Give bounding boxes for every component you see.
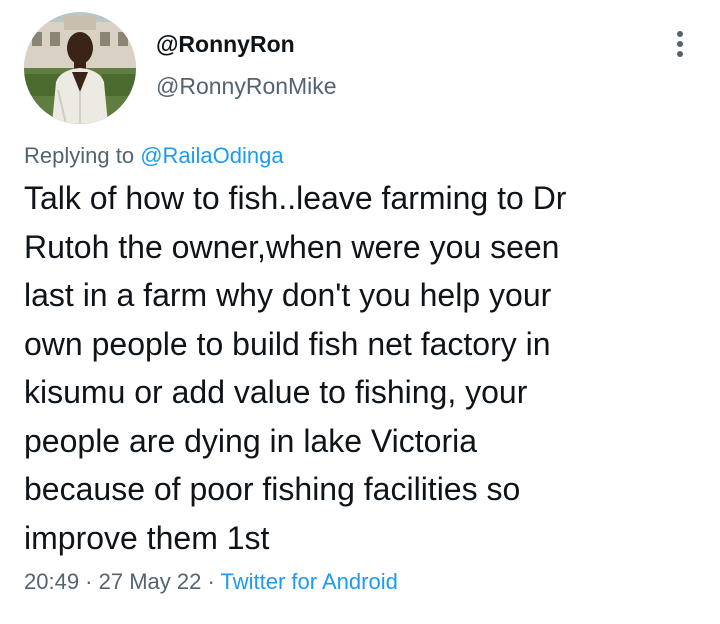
tweet-text-line: Rutoh the owner,when were you seen bbox=[24, 228, 560, 265]
user-avatar-photo-icon bbox=[24, 12, 136, 124]
display-name[interactable]: @RonnyRon bbox=[156, 28, 295, 60]
tweet-time[interactable]: 20:49 bbox=[24, 569, 79, 594]
reply-mention-link[interactable]: @RailaOdinga bbox=[140, 143, 283, 168]
tweet-text-line: Talk of how to fish..leave farming to Dr bbox=[24, 180, 567, 216]
tweet-date[interactable]: 27 May 22 bbox=[99, 569, 202, 594]
replying-to-label: Replying to bbox=[24, 143, 141, 168]
tweet-text-line: own people to build fish net factory in bbox=[24, 325, 551, 362]
meta-separator: · bbox=[201, 569, 221, 594]
more-options-button[interactable] bbox=[664, 26, 696, 62]
tweet-text-line: improve them 1st bbox=[24, 519, 270, 556]
tweet-text-line: people are dying in lake Victoria bbox=[24, 422, 478, 459]
tweet-text-line: last in a farm why don't you help your bbox=[24, 277, 552, 313]
meta-separator: · bbox=[79, 569, 99, 594]
tweet-text-line: kisumu or add value to fishing, your bbox=[24, 374, 528, 410]
avatar[interactable] bbox=[24, 12, 136, 124]
user-handle[interactable]: @RonnyRonMike bbox=[156, 70, 337, 102]
tweet-text-line: because of poor fishing facilities so bbox=[24, 471, 521, 507]
more-vertical-icon bbox=[677, 31, 683, 57]
tweet-source-link[interactable]: Twitter for Android bbox=[221, 569, 398, 594]
tweet-text: Talk of how to fish..leave farming to Dr… bbox=[24, 174, 684, 562]
tweet-card: @RonnyRon @RonnyRonMike Replying to @Rai… bbox=[0, 0, 720, 624]
replying-to: Replying to @RailaOdinga bbox=[24, 140, 284, 172]
tweet-meta: 20:49 · 27 May 22 · Twitter for Android bbox=[24, 566, 398, 598]
